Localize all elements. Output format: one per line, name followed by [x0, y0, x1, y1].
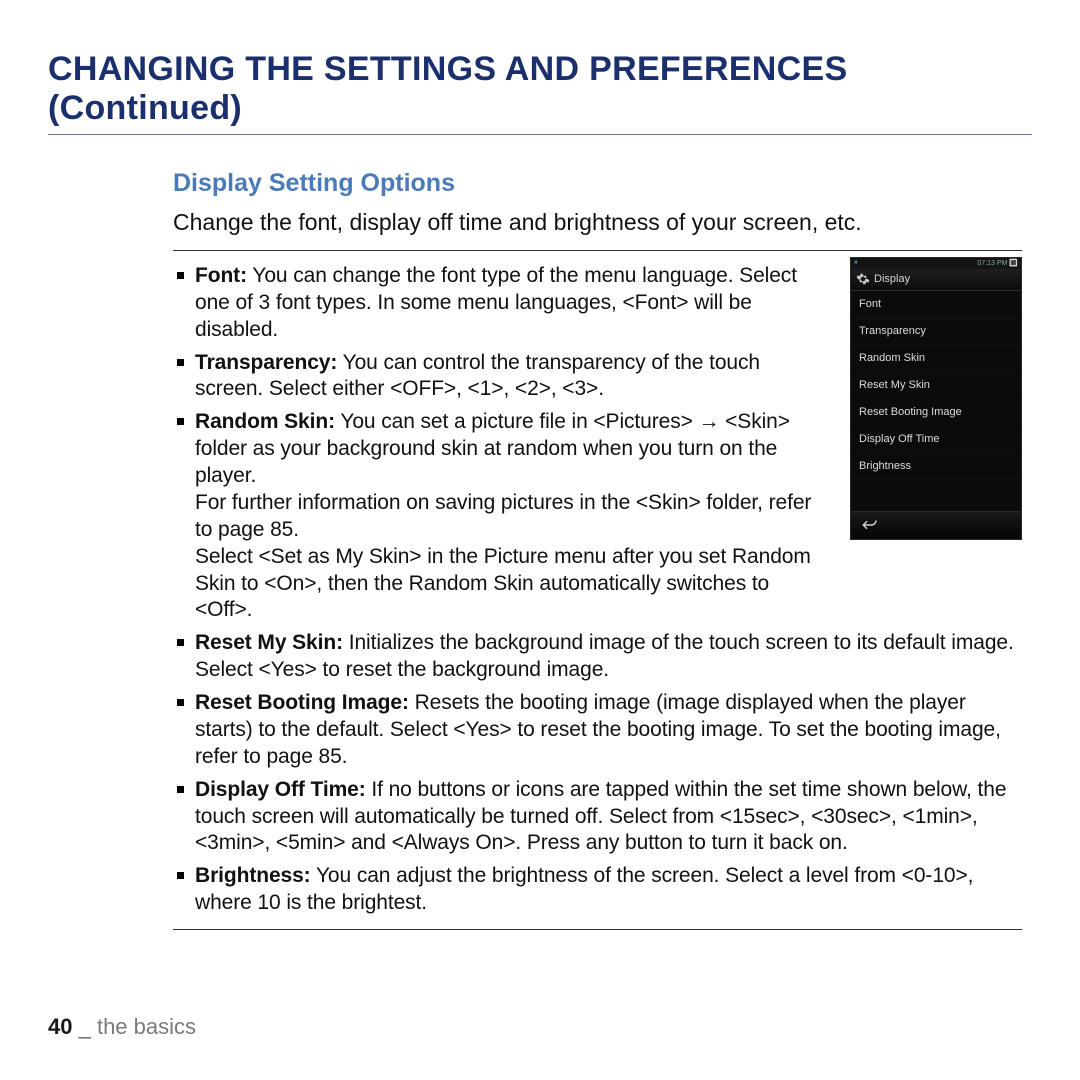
divider-top — [173, 250, 1022, 251]
option-label: Font: — [195, 264, 247, 287]
option-label: Transparency: — [195, 351, 337, 374]
option-text: You can set a picture file in <Pictures>… — [195, 410, 811, 621]
page-title: CHANGING THE SETTINGS AND PREFERENCES (C… — [48, 50, 1032, 135]
option-label: Random Skin: — [195, 410, 335, 433]
footer-sep: _ — [72, 1014, 96, 1039]
device-item-brightness: Brightness — [851, 453, 1021, 480]
option-label: Reset My Skin: — [195, 631, 343, 654]
device-item-display-off-time: Display Off Time — [851, 426, 1021, 453]
option-random-skin: Random Skin: You can set a picture file … — [173, 409, 832, 624]
device-screenshot: ⏸ 07:13 PM 🔳 Display Font Transparency R… — [850, 257, 1022, 540]
pause-icon: ⏸ — [854, 259, 858, 267]
option-brightness: Brightness: You can adjust the brightnes… — [173, 863, 1022, 917]
intro-text: Change the font, display off time and br… — [173, 208, 1022, 238]
option-label: Display Off Time: — [195, 778, 366, 801]
options-list-bottom: Reset My Skin: Initializes the backgroun… — [173, 630, 1022, 917]
device-item-transparency: Transparency — [851, 318, 1021, 345]
device-header-title: Display — [874, 273, 910, 285]
device-menu-list: Font Transparency Random Skin Reset My S… — [851, 291, 1021, 511]
device-footer — [851, 511, 1021, 539]
option-label: Reset Booting Image: — [195, 691, 409, 714]
option-text: You can adjust the brightness of the scr… — [195, 864, 973, 914]
footer-section: the basics — [97, 1014, 196, 1039]
device-item-reset-booting-image: Reset Booting Image — [851, 399, 1021, 426]
option-font: Font: You can change the font type of th… — [173, 263, 832, 344]
option-reset-my-skin: Reset My Skin: Initializes the backgroun… — [173, 630, 1022, 684]
device-item-reset-my-skin: Reset My Skin — [851, 372, 1021, 399]
option-transparency: Transparency: You can control the transp… — [173, 350, 832, 404]
back-icon — [861, 518, 879, 532]
device-item-random-skin: Random Skin — [851, 345, 1021, 372]
option-reset-booting-image: Reset Booting Image: Resets the booting … — [173, 690, 1022, 771]
divider-bottom — [173, 929, 1022, 930]
device-header: Display — [851, 269, 1021, 291]
page-number: 40 — [48, 1014, 72, 1039]
options-list-top: Font: You can change the font type of th… — [173, 263, 832, 624]
option-display-off-time: Display Off Time: If no buttons or icons… — [173, 777, 1022, 858]
page-footer: 40 _ the basics — [48, 1014, 196, 1040]
device-status-bar: ⏸ 07:13 PM 🔳 — [851, 258, 1021, 269]
status-time: 07:13 PM 🔳 — [977, 259, 1018, 267]
content-area: Display Setting Options Change the font,… — [48, 169, 1032, 930]
device-item-font: Font — [851, 291, 1021, 318]
section-title: Display Setting Options — [173, 169, 1022, 198]
option-text: You can change the font type of the menu… — [195, 264, 797, 341]
option-label: Brightness: — [195, 864, 311, 887]
gear-icon — [856, 272, 870, 286]
